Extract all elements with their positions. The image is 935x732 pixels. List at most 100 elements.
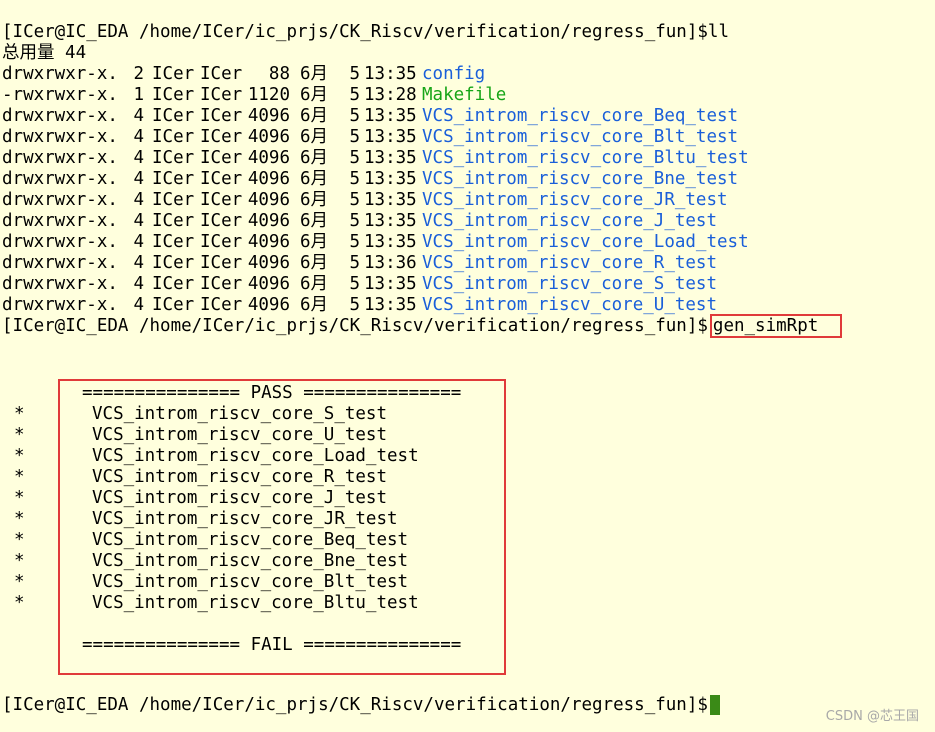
test-name: VCS_introm_riscv_core_Bne_test xyxy=(92,551,409,571)
pass-item: * VCS_introm_riscv_core_JR_test xyxy=(2,509,398,530)
bullet-star: * xyxy=(14,446,25,466)
bullet-star: * xyxy=(14,509,25,529)
listing-row: drwxrwxr-x. 4 ICer ICer 4096 6月 5 13:35 VCS_intr… xyxy=(0,106,935,127)
owner: ICer xyxy=(152,211,195,231)
day: 5 xyxy=(349,106,360,126)
month: 6月 xyxy=(300,253,329,273)
terminal-cursor xyxy=(709,695,720,715)
bullet-star: * xyxy=(14,488,25,508)
link-count: 4 xyxy=(133,148,144,168)
pass-header: =============== PASS =============== xyxy=(82,383,462,403)
month: 6月 xyxy=(300,274,329,294)
day: 5 xyxy=(349,148,360,168)
time: 13:35 xyxy=(364,295,417,315)
highlighted-command: gen_simRpt xyxy=(709,314,843,338)
day: 5 xyxy=(349,211,360,231)
bullet-star: * xyxy=(14,425,25,445)
file-name: VCS_introm_riscv_core_Bne_test xyxy=(422,169,739,189)
pass-item: * VCS_introm_riscv_core_R_test xyxy=(2,467,387,488)
file-size: 4096 xyxy=(247,253,290,273)
file-size: 4096 xyxy=(247,106,290,126)
fail-header: =============== FAIL =============== xyxy=(82,635,462,655)
permissions: drwxrwxr-x. xyxy=(2,106,118,126)
group: ICer xyxy=(200,148,243,168)
link-count: 4 xyxy=(133,274,144,294)
group: ICer xyxy=(200,85,243,105)
test-name: VCS_introm_riscv_core_Beq_test xyxy=(92,530,409,550)
file-name: VCS_introm_riscv_core_Load_test xyxy=(422,232,749,252)
owner: ICer xyxy=(152,253,195,273)
link-count: 4 xyxy=(133,106,144,126)
file-name: config xyxy=(422,64,486,84)
file-size: 88 xyxy=(268,64,290,84)
pass-item: * VCS_introm_riscv_core_Load_test xyxy=(2,446,419,467)
day: 5 xyxy=(349,295,360,315)
listing-row: drwxrwxr-x. 4 ICer ICer 4096 6月 5 13:36 VCS_intr… xyxy=(0,253,935,274)
file-name: VCS_introm_riscv_core_U_test xyxy=(422,295,718,315)
month: 6月 xyxy=(300,232,329,252)
listing-row: drwxrwxr-x. 4 ICer ICer 4096 6月 5 13:35 VCS_intr… xyxy=(0,127,935,148)
bullet-star: * xyxy=(14,593,25,613)
month: 6月 xyxy=(300,85,329,105)
day: 5 xyxy=(349,274,360,294)
file-size: 4096 xyxy=(247,211,290,231)
day: 5 xyxy=(349,64,360,84)
owner: ICer xyxy=(152,148,195,168)
test-name: VCS_introm_riscv_core_R_test xyxy=(92,467,388,487)
shell-prompt: [ICer@IC_EDA /home/ICer/ic_prjs/CK_Riscv… xyxy=(2,316,708,336)
month: 6月 xyxy=(300,127,329,147)
file-size: 4096 xyxy=(247,148,290,168)
time: 13:35 xyxy=(364,106,417,126)
time: 13:35 xyxy=(364,169,417,189)
time: 13:35 xyxy=(364,274,417,294)
command-text: ll xyxy=(707,22,729,42)
permissions: drwxrwxr-x. xyxy=(2,148,118,168)
month: 6月 xyxy=(300,211,329,231)
time: 13:28 xyxy=(364,85,417,105)
terminal-output[interactable]: [ICer@IC_EDA /home/ICer/ic_prjs/CK_Riscv… xyxy=(0,22,935,338)
listing-row: drwxrwxr-x. 4 ICer ICer 4096 6月 5 13:35 VCS_intr… xyxy=(0,169,935,190)
file-name: VCS_introm_riscv_core_JR_test xyxy=(422,190,728,210)
pass-item: * VCS_introm_riscv_core_J_test xyxy=(2,488,387,509)
permissions: drwxrwxr-x. xyxy=(2,127,118,147)
group: ICer xyxy=(200,106,243,126)
test-name: VCS_introm_riscv_core_S_test xyxy=(92,404,388,424)
month: 6月 xyxy=(300,64,329,84)
pass-item: * VCS_introm_riscv_core_U_test xyxy=(2,425,387,446)
link-count: 4 xyxy=(133,295,144,315)
pass-item: * VCS_introm_riscv_core_Beq_test xyxy=(2,530,408,551)
listing-row: -rwxrwxr-x. 1 ICer ICer 1120 6月 5 13:28 Makefile xyxy=(0,85,935,106)
group: ICer xyxy=(200,253,243,273)
link-count: 1 xyxy=(133,85,144,105)
owner: ICer xyxy=(152,190,195,210)
file-size: 1120 xyxy=(247,85,290,105)
owner: ICer xyxy=(152,85,195,105)
file-size: 4096 xyxy=(247,295,290,315)
time: 13:35 xyxy=(364,127,417,147)
terminal-current-line[interactable]: [ICer@IC_EDA /home/ICer/ic_prjs/CK_Riscv… xyxy=(0,695,935,716)
pass-item: * VCS_introm_riscv_core_Bltu_test xyxy=(2,593,419,614)
bullet-star: * xyxy=(14,530,25,550)
file-size: 4096 xyxy=(247,232,290,252)
group: ICer xyxy=(200,274,243,294)
link-count: 4 xyxy=(133,190,144,210)
file-name: VCS_introm_riscv_core_S_test xyxy=(422,274,718,294)
listing-row: drwxrwxr-x. 4 ICer ICer 4096 6月 5 13:35 VCS_intr… xyxy=(0,211,935,232)
owner: ICer xyxy=(152,106,195,126)
owner: ICer xyxy=(152,295,195,315)
owner: ICer xyxy=(152,274,195,294)
time: 13:35 xyxy=(364,148,417,168)
time: 13:35 xyxy=(364,211,417,231)
day: 5 xyxy=(349,232,360,252)
day: 5 xyxy=(349,253,360,273)
day: 5 xyxy=(349,190,360,210)
file-name: VCS_introm_riscv_core_R_test xyxy=(422,253,718,273)
bullet-star: * xyxy=(14,404,25,424)
month: 6月 xyxy=(300,169,329,189)
day: 5 xyxy=(349,169,360,189)
link-count: 4 xyxy=(133,253,144,273)
prompt-line-1: [ICer@IC_EDA /home/ICer/ic_prjs/CK_Riscv… xyxy=(0,22,935,43)
file-size: 4096 xyxy=(247,274,290,294)
pass-item: * VCS_introm_riscv_core_S_test xyxy=(2,404,387,425)
group: ICer xyxy=(200,127,243,147)
